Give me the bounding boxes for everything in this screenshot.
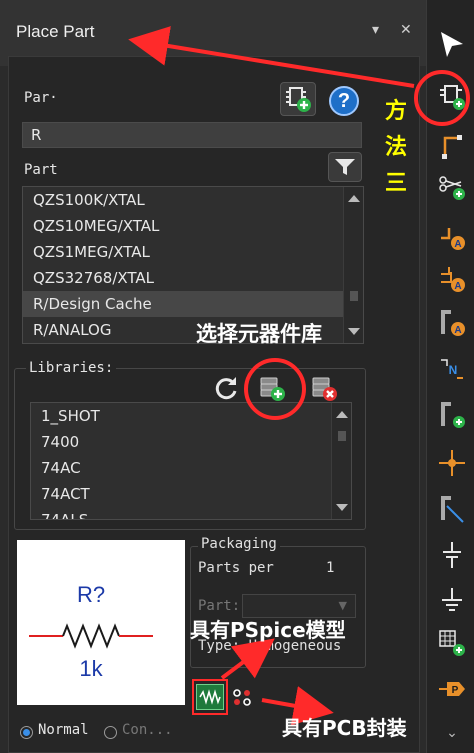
auto-wire-bus-tool[interactable]: A: [435, 306, 469, 340]
junction-tool[interactable]: [435, 446, 469, 480]
remove-library-button[interactable]: [306, 372, 342, 404]
normal-view-radio[interactable]: [20, 726, 33, 739]
chevron-down-icon: ▼: [338, 599, 347, 612]
net-name-tool[interactable]: N: [435, 352, 469, 386]
parts-per-label: Parts per: [198, 560, 274, 576]
normal-view-label: Normal: [38, 722, 89, 738]
select-tool[interactable]: [435, 28, 469, 62]
svg-text:P: P: [452, 685, 459, 696]
junction-icon: [439, 450, 465, 476]
scroll-up-icon[interactable]: [336, 411, 348, 418]
pcb-footprint-icon: [233, 689, 251, 706]
svg-text:A: A: [454, 325, 461, 336]
auto-wire-multi-tool[interactable]: A: [435, 262, 469, 296]
parts-per-value: 1: [326, 560, 335, 576]
library-list-item[interactable]: 74AC: [31, 455, 351, 481]
power-tool[interactable]: [435, 538, 469, 572]
library-list[interactable]: 1_SHOT 7400 74AC 74ACT 74ALS: [30, 402, 352, 520]
annotation-select-library: 选择元器件库: [196, 322, 322, 346]
part-select-label: Part:: [198, 598, 241, 614]
scroll-thumb[interactable]: [338, 431, 346, 441]
filter-button[interactable]: [328, 152, 362, 182]
auto-bus-icon: A: [441, 310, 465, 336]
preview-refdes: R?: [77, 582, 105, 607]
ground-tool[interactable]: [435, 584, 469, 618]
cursor-arrow-icon: [441, 32, 463, 57]
part-list-item[interactable]: R/Design Cache: [23, 291, 363, 317]
convert-view-radio[interactable]: [104, 726, 117, 739]
add-library-button[interactable]: [280, 82, 316, 116]
annotation-pcb-footprint: 具有PCB封装: [282, 716, 407, 740]
auto-wire-icon: A: [441, 228, 465, 250]
net-alias-icon: N: [441, 359, 463, 379]
scroll-up-icon[interactable]: [348, 195, 360, 202]
scroll-thumb[interactable]: [350, 291, 358, 301]
annotation-ring-add-library: [244, 358, 306, 420]
bus-add-icon: [441, 402, 465, 428]
annotation-pspice-model: 具有PSpice模型: [190, 618, 346, 642]
part-search-label: Par·: [24, 90, 58, 106]
annotation-method-three: 方 法 三: [384, 99, 407, 196]
scroll-down-icon[interactable]: [348, 328, 360, 335]
bus-entry-icon: [441, 496, 464, 523]
svg-text:N: N: [449, 363, 458, 377]
part-preview: R? 1k: [17, 540, 185, 705]
place-net-tool[interactable]: [435, 170, 469, 204]
no-connect-tool[interactable]: [435, 626, 469, 660]
preview-value: 1k: [79, 656, 103, 681]
grid-add-icon: [439, 630, 465, 656]
chevron-down-icon: ⌄: [446, 725, 458, 741]
part-list-item[interactable]: QZS100K/XTAL: [23, 187, 363, 213]
remove-library-icon: [312, 377, 337, 401]
place-bus-tool[interactable]: [435, 398, 469, 432]
libraries-label: Libraries:: [26, 360, 117, 376]
part-list-item[interactable]: QZS32768/XTAL: [23, 265, 363, 291]
part-search-input[interactable]: R: [22, 122, 362, 148]
scissors-add-icon: [439, 176, 465, 200]
funnel-icon: [335, 159, 355, 175]
annotation-ring-place-part: [414, 70, 470, 126]
part-list-item[interactable]: QZS1MEG/XTAL: [23, 239, 363, 265]
auto-wire-multi-icon: A: [441, 267, 465, 292]
convert-view-label: Con...: [122, 722, 173, 738]
part-list-item[interactable]: QZS10MEG/XTAL: [23, 213, 363, 239]
bus-entry-tool[interactable]: [435, 492, 469, 526]
panel-title: Place Part: [16, 22, 95, 41]
scroll-down-icon[interactable]: [336, 504, 348, 511]
power-icon: [443, 542, 461, 568]
svg-text:A: A: [454, 239, 461, 250]
library-list-item[interactable]: 1_SHOT: [31, 403, 351, 429]
panel-close-button[interactable]: ✕: [400, 22, 412, 38]
library-list-item[interactable]: 74ALS: [31, 507, 351, 519]
off-page-connector-icon: P: [439, 682, 465, 696]
svg-text:A: A: [454, 281, 461, 292]
library-list-item[interactable]: 7400: [31, 429, 351, 455]
toolbar-scroll-down[interactable]: ⌄: [435, 716, 469, 750]
refresh-icon: [215, 377, 237, 400]
panel-menu-button[interactable]: ▾: [372, 22, 379, 38]
place-wire-tool[interactable]: [435, 128, 469, 162]
annotation-rect-pspice: [192, 679, 228, 715]
ground-icon: [442, 588, 462, 611]
part-list-label: Part: [24, 162, 58, 178]
help-icon: ?: [329, 86, 359, 116]
auto-wire-tool[interactable]: A: [435, 220, 469, 254]
part-list-scrollbar[interactable]: [343, 187, 363, 343]
library-list-item[interactable]: 74ACT: [31, 481, 351, 507]
add-part-library-icon: [286, 87, 311, 112]
packaging-label: Packaging: [198, 536, 280, 552]
help-button[interactable]: ?: [326, 84, 362, 118]
wire-icon: [442, 135, 462, 159]
refresh-libraries-button[interactable]: [208, 372, 244, 404]
resistor-symbol: R? 1k: [29, 582, 153, 681]
pcb-footprint-button[interactable]: [228, 684, 256, 710]
library-list-scrollbar[interactable]: [331, 403, 351, 519]
off-page-connector-tool[interactable]: P: [435, 672, 469, 706]
